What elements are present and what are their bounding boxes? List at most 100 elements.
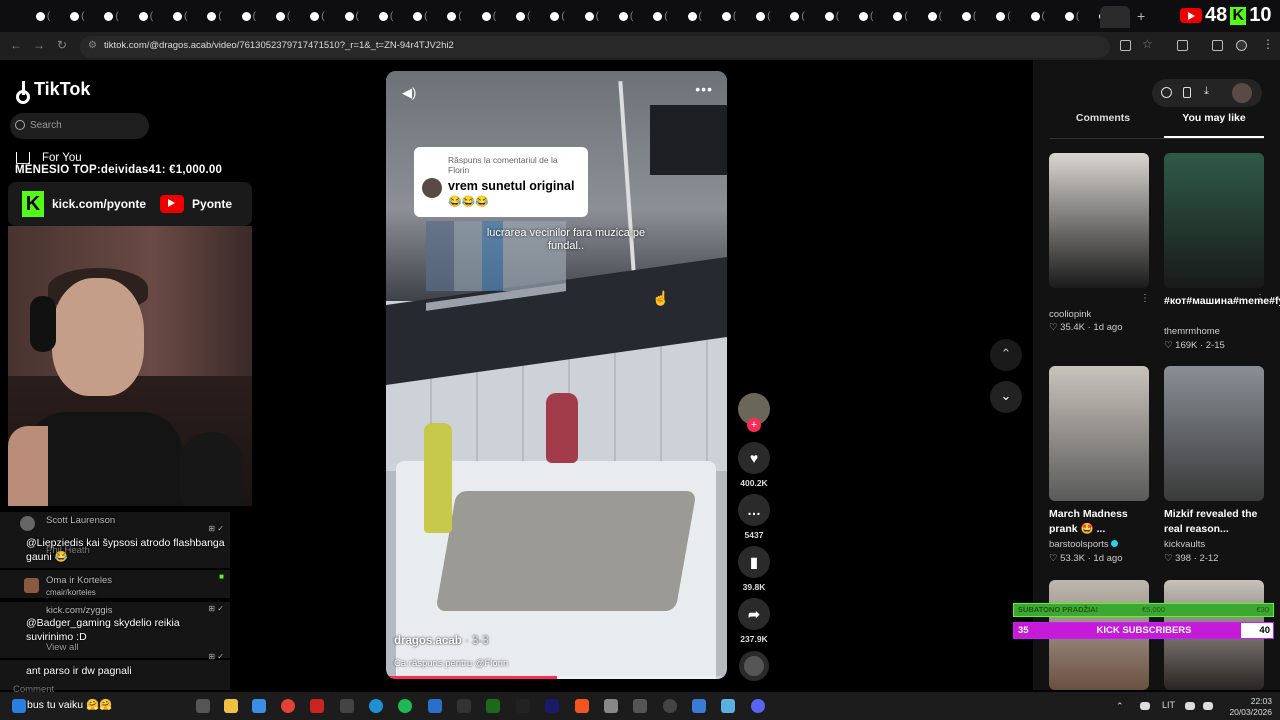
music-disc-icon[interactable] bbox=[739, 651, 769, 681]
browser-tab[interactable]: ( bbox=[543, 8, 573, 24]
monitor-icon[interactable] bbox=[1185, 702, 1195, 710]
card-author[interactable]: cooliopink bbox=[1049, 309, 1091, 320]
url-text[interactable]: tiktok.com/@dragos.acab/video/7613052379… bbox=[104, 40, 454, 51]
browser-tab[interactable]: ( bbox=[920, 8, 950, 24]
discord-icon[interactable] bbox=[751, 699, 765, 713]
bookmark-star-icon[interactable]: ☆ bbox=[1142, 37, 1153, 51]
browser-tab[interactable]: ( bbox=[954, 8, 984, 24]
browser-tab[interactable]: ( bbox=[474, 8, 504, 24]
browser-tab[interactable]: ( bbox=[28, 8, 58, 24]
volume-icon[interactable]: ◀) bbox=[402, 85, 416, 101]
like-button[interactable]: ♥ 400.2K bbox=[738, 442, 770, 488]
share-button[interactable]: ➦ 237.9K bbox=[738, 598, 770, 644]
tiktok-logo[interactable]: TikTok bbox=[16, 79, 90, 104]
video-description[interactable]: Ca răspuns pentru @Florin bbox=[394, 658, 508, 669]
new-tab-button[interactable]: + bbox=[1137, 8, 1145, 24]
download-icon[interactable]: ⤓ bbox=[1204, 85, 1215, 97]
taskview-icon[interactable] bbox=[196, 699, 210, 713]
app-icon[interactable] bbox=[457, 699, 471, 713]
browser-tab[interactable]: ( bbox=[1023, 8, 1053, 24]
card-title[interactable]: March Madness prank 🤩 ... bbox=[1049, 507, 1151, 537]
reply-comment-card[interactable]: Răspuns la comentariul de la Florin vrem… bbox=[414, 147, 588, 217]
file-explorer-icon[interactable] bbox=[224, 699, 238, 713]
video-author[interactable]: dragos.acab · 3-3 bbox=[394, 635, 489, 647]
browser-tab[interactable]: ( bbox=[268, 8, 298, 24]
browser-tab[interactable]: ( bbox=[988, 8, 1018, 24]
windows-start-icon[interactable] bbox=[12, 699, 26, 713]
media-icon[interactable] bbox=[1212, 40, 1223, 51]
profile-avatar[interactable] bbox=[1236, 40, 1247, 51]
install-icon[interactable] bbox=[1120, 40, 1131, 51]
phone-icon[interactable] bbox=[1183, 87, 1191, 98]
network-icon[interactable] bbox=[1140, 702, 1150, 710]
chrome-icon[interactable] bbox=[281, 699, 295, 713]
app-icon[interactable] bbox=[516, 699, 530, 713]
card-author-name[interactable]: barstoolsports bbox=[1049, 539, 1109, 550]
browser-tab[interactable]: ( bbox=[886, 8, 916, 24]
next-video-button[interactable]: ⌄ bbox=[990, 381, 1022, 413]
app-icon[interactable] bbox=[721, 699, 735, 713]
browser-tab[interactable]: ( bbox=[817, 8, 847, 24]
previous-video-button[interactable]: ⌃ bbox=[990, 339, 1022, 371]
card-author[interactable]: kickvaults bbox=[1164, 539, 1205, 550]
compass-icon[interactable] bbox=[1161, 87, 1172, 98]
video-player[interactable]: ◀) ••• Răspuns la comentariul de la Flor… bbox=[386, 71, 727, 679]
clock[interactable]: 22:03 20/03/2026 bbox=[1222, 696, 1272, 718]
app-icon[interactable] bbox=[633, 699, 647, 713]
more-options-icon[interactable]: ••• bbox=[695, 81, 713, 97]
comment-button[interactable]: … 5437 bbox=[738, 494, 770, 540]
video-progress-bar[interactable] bbox=[386, 676, 727, 679]
card-author[interactable]: barstoolsports bbox=[1049, 539, 1118, 550]
url-field[interactable]: ⚙ tiktok.com/@dragos.acab/video/76130523… bbox=[80, 36, 1110, 58]
back-icon[interactable]: ← bbox=[10, 38, 22, 52]
save-button[interactable]: ▮ 39.8K bbox=[738, 546, 770, 592]
forward-icon[interactable]: → bbox=[33, 38, 45, 52]
nvidia-icon[interactable] bbox=[486, 699, 500, 713]
browser-tab[interactable]: ( bbox=[302, 8, 332, 24]
notes-icon[interactable] bbox=[692, 699, 706, 713]
obs-icon[interactable] bbox=[663, 699, 677, 713]
tab-comments[interactable]: Comments bbox=[1050, 112, 1156, 138]
app-icon[interactable] bbox=[310, 699, 324, 713]
browser-tab[interactable]: ( bbox=[131, 8, 161, 24]
card-more-icon[interactable]: ⋮ bbox=[1140, 293, 1150, 304]
browser-tab[interactable]: ( bbox=[611, 8, 641, 24]
browser-tab[interactable]: ( bbox=[783, 8, 813, 24]
search-input[interactable]: Search bbox=[10, 113, 149, 139]
tray-chevron-icon[interactable]: ⌃ bbox=[1116, 701, 1126, 711]
browser-tab[interactable]: ( bbox=[851, 8, 881, 24]
browser-tab[interactable]: ( bbox=[337, 8, 367, 24]
card-author[interactable]: themrmhome bbox=[1164, 326, 1220, 337]
app-icon[interactable] bbox=[604, 699, 618, 713]
browser-tab[interactable]: ( bbox=[577, 8, 607, 24]
browser-tab[interactable]: ( bbox=[508, 8, 538, 24]
browser-tab[interactable]: ( bbox=[680, 8, 710, 24]
app-icon[interactable] bbox=[340, 699, 354, 713]
store-icon[interactable] bbox=[252, 699, 266, 713]
card-title[interactable]: Mizkif revealed the real reason... bbox=[1164, 507, 1266, 537]
view-all-link[interactable]: View all bbox=[46, 641, 146, 655]
edge-icon[interactable] bbox=[369, 699, 383, 713]
browser-tab[interactable]: ( bbox=[165, 8, 195, 24]
browser-tab[interactable]: ( bbox=[645, 8, 675, 24]
photos-icon[interactable] bbox=[428, 699, 442, 713]
author-name[interactable]: dragos.acab bbox=[394, 635, 462, 647]
nav-for-you[interactable]: For You bbox=[16, 152, 82, 164]
browser-tab[interactable]: ( bbox=[748, 8, 778, 24]
reload-icon[interactable]: ↻ bbox=[57, 38, 67, 52]
browser-tab[interactable]: ( bbox=[371, 8, 401, 24]
active-tab[interactable] bbox=[1100, 6, 1130, 28]
browser-tab[interactable]: ( bbox=[405, 8, 435, 24]
video-thumbnail[interactable] bbox=[1164, 366, 1264, 501]
browser-tab[interactable]: ( bbox=[97, 8, 127, 24]
browser-tab[interactable]: ( bbox=[1057, 8, 1087, 24]
browser-tab[interactable]: ( bbox=[440, 8, 470, 24]
input-language[interactable]: LIT bbox=[1162, 700, 1175, 710]
spotify-icon[interactable] bbox=[398, 699, 412, 713]
browser-tab[interactable]: ( bbox=[714, 8, 744, 24]
extensions-icon[interactable] bbox=[1177, 40, 1188, 51]
card-title[interactable]: #кот#машина#meme#fyp#themrm... bbox=[1164, 294, 1280, 309]
browser-tab[interactable]: ( bbox=[200, 8, 230, 24]
premiere-icon[interactable] bbox=[545, 699, 559, 713]
brave-icon[interactable] bbox=[575, 699, 589, 713]
